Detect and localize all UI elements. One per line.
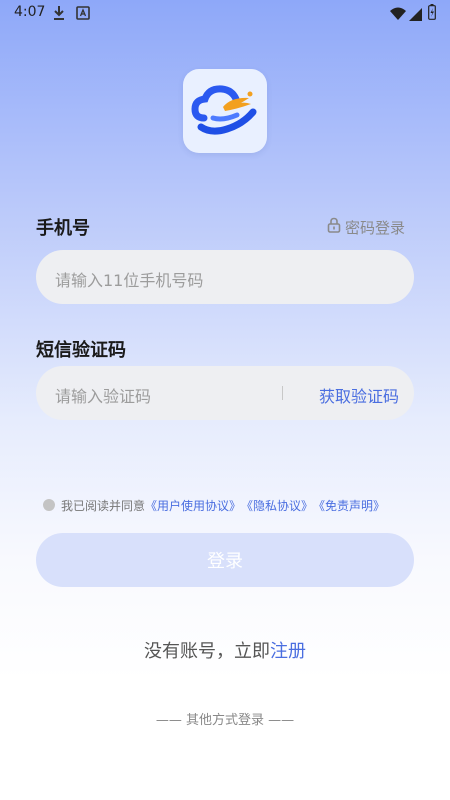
agreement-prefix: 我已阅读并同意 (61, 498, 146, 513)
sms-code-input[interactable]: 请输入验证码 获取验证码 (36, 366, 414, 420)
cloud-logo-icon (183, 85, 267, 157)
status-bar: 4:07 (0, 0, 450, 26)
a-badge-icon (76, 5, 90, 25)
disclaimer-link[interactable]: 《免责声明》 (313, 497, 385, 514)
privacy-agreement-link[interactable]: 《隐私协议》 (241, 497, 313, 514)
register-row: 没有账号，立即注册 (0, 637, 450, 663)
login-button[interactable]: 登录 (36, 533, 414, 587)
wifi-icon (390, 6, 406, 25)
sms-code-placeholder: 请输入验证码 (55, 387, 152, 406)
password-login-link[interactable]: 密码登录 (327, 217, 405, 237)
field-divider (282, 386, 283, 400)
signal-icon (409, 6, 422, 25)
register-prefix: 没有账号，立即 (144, 641, 270, 662)
agreement-row: 我已阅读并同意 《用户使用协议》 《隐私协议》 《免责声明》 (43, 496, 385, 514)
phone-label: 手机号 (36, 218, 90, 239)
lock-icon (327, 217, 341, 237)
password-login-label: 密码登录 (345, 218, 406, 237)
user-agreement-link[interactable]: 《用户使用协议》 (145, 497, 241, 514)
phone-input-placeholder: 请输入11位手机号码 (55, 271, 204, 290)
status-time: 4:07 (14, 4, 46, 20)
agreement-checkbox[interactable] (43, 499, 55, 511)
phone-input[interactable]: 请输入11位手机号码 (36, 250, 414, 304)
sms-code-label: 短信验证码 (36, 340, 126, 361)
other-login-label: —— 其他方式登录 —— (155, 713, 295, 728)
register-link[interactable]: 注册 (270, 641, 306, 662)
get-code-button[interactable]: 获取验证码 (319, 383, 399, 407)
download-icon (52, 5, 66, 25)
battery-icon (428, 4, 436, 24)
app-logo (183, 69, 267, 153)
